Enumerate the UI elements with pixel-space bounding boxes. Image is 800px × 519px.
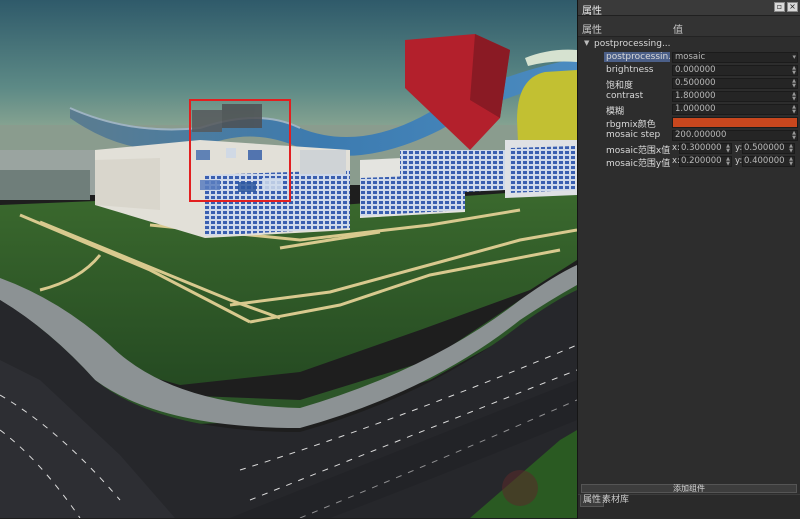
y-spinbox[interactable]: 0.400000 ▲ ▼ bbox=[742, 156, 795, 167]
property-row-blur[interactable]: 模糊 1.000000 ▲ ▼ bbox=[578, 104, 800, 117]
spin-value: 0.400000 bbox=[744, 156, 785, 166]
property-row-contrast[interactable]: contrast 1.800000 ▲ ▼ bbox=[578, 91, 800, 103]
spin-value: 0.200000 bbox=[681, 156, 722, 166]
select-value: mosaic bbox=[675, 52, 706, 62]
property-row-brightness[interactable]: brightness 0.000000 ▲ ▼ bbox=[578, 65, 800, 77]
property-row-postprocessing-type[interactable]: postprocessin... mosaic ▾ bbox=[578, 52, 800, 64]
close-icon[interactable]: × bbox=[787, 2, 798, 12]
group-postprocessing[interactable]: ▼ postprocessing... bbox=[578, 38, 800, 51]
property-row-rgbmix-color[interactable]: rbgmix颜色 bbox=[578, 117, 800, 130]
spin-value: 200.000000 bbox=[675, 130, 727, 140]
panel-titlebar: 属性 ▫ × bbox=[578, 0, 800, 17]
add-component-button[interactable]: 添加组件 bbox=[581, 484, 797, 493]
spin-value: 0.000000 bbox=[675, 65, 716, 75]
column-property: 属性 bbox=[582, 25, 602, 36]
property-table-header: 属性 值 bbox=[578, 16, 800, 37]
property-label: 模糊 bbox=[606, 107, 625, 117]
property-row-mosaic-range-y[interactable]: mosaic范围y值 x: 0.200000 ▲ ▼ y: 0.400000 ▲ ▼ bbox=[578, 156, 800, 169]
property-label: 饱和度 bbox=[606, 81, 634, 91]
spin-value: 1.800000 bbox=[675, 91, 716, 101]
property-label: rbgmix颜色 bbox=[606, 120, 656, 130]
property-row-mosaic-range-x[interactable]: mosaic范围x值 x: 0.300000 ▲ ▼ y: 0.500000 ▲ ▼ bbox=[578, 143, 800, 156]
property-panel: 属性 ▫ × 属性 值 ▼ postprocessing... postproc… bbox=[577, 0, 800, 519]
property-label: mosaic step bbox=[606, 130, 661, 140]
spin-arrows-icon[interactable]: ▲ ▼ bbox=[789, 157, 793, 167]
scene-render bbox=[0, 0, 577, 518]
mosaic-region-highlight bbox=[189, 99, 291, 202]
dropdown-arrow-icon[interactable]: ▾ bbox=[792, 53, 796, 62]
restore-icon[interactable]: ▫ bbox=[774, 2, 785, 12]
y-spinbox[interactable]: 0.500000 ▲ ▼ bbox=[742, 143, 795, 154]
property-label: brightness bbox=[606, 65, 654, 75]
panel-tabs: 属性 素材库 bbox=[578, 494, 800, 519]
expand-arrow-icon[interactable]: ▼ bbox=[584, 39, 589, 47]
saturation-spinbox[interactable]: 0.500000 ▲ ▼ bbox=[672, 78, 798, 89]
spin-arrows-icon[interactable]: ▲ ▼ bbox=[792, 105, 796, 115]
contrast-spinbox[interactable]: 1.800000 ▲ ▼ bbox=[672, 91, 798, 102]
spin-value: 0.300000 bbox=[681, 143, 722, 153]
spin-arrows-icon[interactable]: ▲ ▼ bbox=[789, 144, 793, 154]
mosaic-step-spinbox[interactable]: 200.000000 ▲ ▼ bbox=[672, 130, 798, 141]
spin-value: 0.500000 bbox=[675, 78, 716, 88]
brightness-spinbox[interactable]: 0.000000 ▲ ▼ bbox=[672, 65, 798, 76]
spin-arrows-icon[interactable]: ▲ ▼ bbox=[792, 131, 796, 141]
property-row-mosaic-step[interactable]: mosaic step 200.000000 ▲ ▼ bbox=[578, 130, 800, 142]
group-label: postprocessing... bbox=[594, 39, 671, 49]
blur-spinbox[interactable]: 1.000000 ▲ ▼ bbox=[672, 104, 798, 115]
spin-arrows-icon[interactable]: ▲ ▼ bbox=[726, 144, 730, 154]
property-label: mosaic范围x值 bbox=[606, 146, 671, 156]
3d-viewport[interactable] bbox=[0, 0, 577, 518]
spin-arrows-icon[interactable]: ▲ ▼ bbox=[792, 92, 796, 102]
spin-arrows-icon[interactable]: ▲ ▼ bbox=[792, 66, 796, 76]
rgbmix-color-swatch[interactable] bbox=[672, 117, 798, 128]
spin-value: 1.000000 bbox=[675, 104, 716, 114]
property-label: contrast bbox=[606, 91, 644, 101]
x-spinbox[interactable]: 0.200000 ▲ ▼ bbox=[679, 156, 732, 167]
spin-value: 0.500000 bbox=[744, 143, 785, 153]
spin-arrows-icon[interactable]: ▲ ▼ bbox=[792, 79, 796, 89]
property-label: mosaic范围y值 bbox=[606, 159, 671, 169]
column-value: 值 bbox=[673, 25, 683, 36]
x-spinbox[interactable]: 0.300000 ▲ ▼ bbox=[679, 143, 732, 154]
tab-asset-library[interactable]: 素材库 bbox=[600, 495, 631, 506]
property-label: postprocessin... bbox=[604, 52, 670, 62]
postprocessing-type-select[interactable]: mosaic ▾ bbox=[672, 52, 798, 63]
panel-title: 属性 bbox=[582, 6, 602, 17]
spin-arrows-icon[interactable]: ▲ ▼ bbox=[726, 157, 730, 167]
property-row-saturation[interactable]: 饱和度 0.500000 ▲ ▼ bbox=[578, 78, 800, 91]
